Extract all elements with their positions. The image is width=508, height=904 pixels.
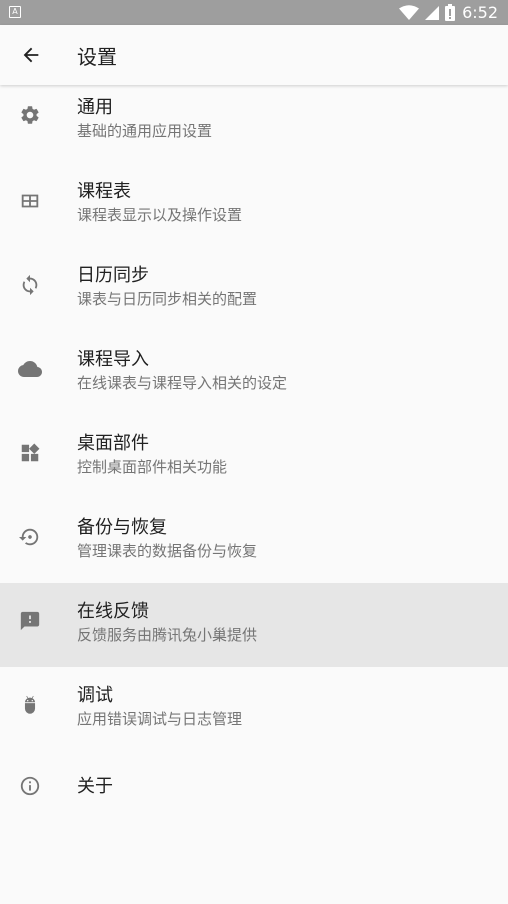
sync-icon <box>17 272 43 298</box>
settings-item-title: 桌面部件 <box>77 433 149 454</box>
gear-icon <box>17 102 43 128</box>
feedback-icon <box>17 608 43 634</box>
settings-item-subtitle: 控制桌面部件相关功能 <box>77 458 228 476</box>
status-time: 6:52 <box>462 3 498 22</box>
settings-item-subtitle: 反馈服务由腾讯兔小巢提供 <box>77 626 258 644</box>
restore-icon <box>17 524 43 550</box>
status-icons: 6:52 <box>399 2 498 23</box>
settings-item-general[interactable]: 通用 基础的通用应用设置 <box>0 85 508 163</box>
settings-item-calendar-sync[interactable]: 日历同步 课表与日历同步相关的配置 <box>0 247 508 331</box>
settings-item-about[interactable]: 关于 <box>0 751 508 821</box>
table-icon <box>17 188 43 214</box>
back-button[interactable] <box>14 38 48 72</box>
settings-item-subtitle: 课程表显示以及操作设置 <box>77 206 243 224</box>
settings-list: 通用 基础的通用应用设置 课程表 课程表显示以及操作设置 日历同步 课表与日历同… <box>0 85 508 821</box>
settings-item-subtitle: 基础的通用应用设置 <box>77 122 213 140</box>
page-title: 设置 <box>77 45 117 69</box>
settings-item-title: 关于 <box>77 776 113 797</box>
battery-icon <box>445 4 456 21</box>
app-notification-icon: A <box>9 6 21 18</box>
app-bar: 设置 <box>0 25 508 85</box>
settings-item-debug[interactable]: 调试 应用错误调试与日志管理 <box>0 667 508 751</box>
settings-item-title: 通用 <box>77 97 113 118</box>
settings-item-widgets[interactable]: 桌面部件 控制桌面部件相关功能 <box>0 415 508 499</box>
settings-item-title: 课程导入 <box>77 349 149 370</box>
settings-item-subtitle: 应用错误调试与日志管理 <box>77 710 243 728</box>
wifi-icon <box>399 4 420 20</box>
settings-item-subtitle: 管理课表的数据备份与恢复 <box>77 542 258 560</box>
settings-item-feedback[interactable]: 在线反馈 反馈服务由腾讯兔小巢提供 <box>0 583 508 667</box>
settings-item-title: 课程表 <box>77 181 131 202</box>
android-icon <box>17 692 43 718</box>
signal-icon <box>425 5 440 20</box>
settings-item-schedule[interactable]: 课程表 课程表显示以及操作设置 <box>0 163 508 247</box>
settings-item-title: 在线反馈 <box>77 601 149 622</box>
arrow-left-icon <box>23 47 39 63</box>
settings-item-backup-restore[interactable]: 备份与恢复 管理课表的数据备份与恢复 <box>0 499 508 583</box>
settings-item-course-import[interactable]: 课程导入 在线课表与课程导入相关的设定 <box>0 331 508 415</box>
cloud-icon <box>17 356 43 382</box>
widgets-icon <box>17 440 43 466</box>
settings-item-title: 调试 <box>77 685 113 706</box>
settings-item-title: 备份与恢复 <box>77 517 167 538</box>
status-bar: A 6:52 <box>0 0 508 25</box>
info-icon <box>17 773 43 799</box>
settings-item-subtitle: 在线课表与课程导入相关的设定 <box>77 374 288 392</box>
settings-item-title: 日历同步 <box>77 265 149 286</box>
settings-item-subtitle: 课表与日历同步相关的配置 <box>77 290 258 308</box>
